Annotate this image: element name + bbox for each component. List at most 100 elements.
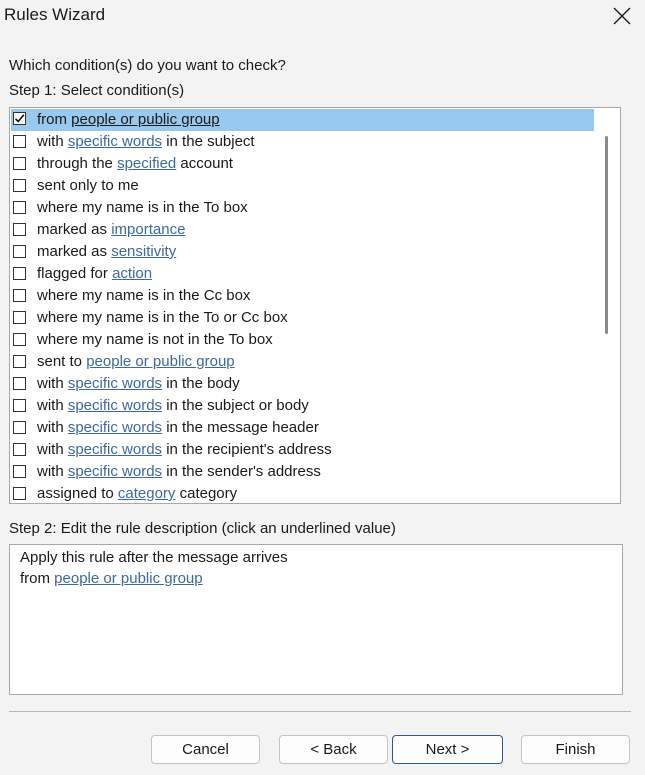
description-people-link[interactable]: people or public group (54, 570, 202, 587)
condition-link[interactable]: specific words (68, 133, 162, 150)
condition-text-suffix: in the body (162, 375, 240, 392)
condition-link[interactable]: specific words (68, 397, 162, 414)
condition-text-suffix: in the recipient's address (162, 441, 332, 458)
condition-row[interactable]: through the specified account (10, 153, 594, 175)
condition-checkbox[interactable] (13, 157, 26, 170)
condition-text: where my name is not in the To box (37, 329, 273, 351)
condition-checkbox[interactable] (13, 355, 26, 368)
condition-checkbox[interactable] (13, 465, 26, 478)
condition-row[interactable]: where my name is in the To box (10, 197, 594, 219)
condition-text-prefix: from (37, 111, 72, 128)
finish-button[interactable]: Finish (521, 735, 630, 764)
scrollbar-thumb[interactable] (605, 136, 608, 334)
condition-link[interactable]: specific words (68, 419, 162, 436)
condition-checkbox[interactable] (13, 201, 26, 214)
condition-text-suffix: in the subject or body (162, 397, 309, 414)
close-icon (613, 7, 631, 25)
conditions-list[interactable]: from people or public group with specific… (9, 107, 621, 504)
condition-text-prefix: with (37, 463, 68, 480)
condition-row[interactable]: marked as sensitivity (10, 241, 594, 263)
condition-text-prefix: sent to (37, 353, 87, 370)
next-button[interactable]: Next > (392, 735, 503, 764)
conditions-rows: from people or public group with specific… (10, 108, 594, 503)
condition-row[interactable]: with specific words in the body (10, 373, 594, 395)
condition-text: with specific words in the subject or bo… (37, 395, 309, 417)
condition-row[interactable]: where my name is in the To or Cc box (10, 307, 594, 329)
condition-checkbox[interactable] (13, 443, 26, 456)
condition-text-prefix: where my name is in the To or Cc box (37, 309, 288, 326)
condition-row[interactable]: with specific words in the message heade… (10, 417, 594, 439)
condition-row[interactable]: with specific words in the subject or bo… (10, 395, 594, 417)
window-title: Rules Wizard (4, 5, 106, 24)
condition-link[interactable]: people or public group (86, 353, 234, 370)
condition-text: with specific words in the body (37, 373, 240, 395)
condition-row[interactable]: with specific words in the sender's addr… (10, 461, 594, 483)
condition-text: with specific words in the recipient's a… (37, 439, 332, 461)
condition-checkbox[interactable] (13, 377, 26, 390)
condition-row[interactable]: sent to people or public group (10, 351, 594, 373)
condition-text-prefix: where my name is in the To box (37, 199, 248, 216)
condition-checkbox[interactable] (13, 399, 26, 412)
condition-text: where my name is in the Cc box (37, 285, 250, 307)
cancel-button[interactable]: Cancel (151, 735, 260, 764)
condition-checkbox[interactable] (13, 179, 26, 192)
condition-checkbox[interactable] (13, 289, 26, 302)
condition-link[interactable]: people or public group (71, 111, 219, 128)
condition-link[interactable]: importance (111, 221, 185, 238)
condition-text: sent only to me (37, 175, 139, 197)
condition-text-suffix: category (175, 485, 238, 502)
condition-link[interactable]: specific words (68, 463, 162, 480)
condition-text-prefix: sent only to me (37, 177, 139, 194)
condition-text: with specific words in the message heade… (37, 417, 319, 439)
condition-row[interactable]: flagged for action (10, 263, 594, 285)
condition-text: marked as importance (37, 219, 185, 241)
condition-link[interactable]: category (118, 485, 176, 502)
condition-row[interactable]: assigned to category category (10, 483, 594, 503)
condition-text: with specific words in the sender's addr… (37, 461, 321, 483)
condition-checkbox[interactable] (13, 223, 26, 236)
condition-text: through the specified account (37, 153, 233, 175)
title-bar: Rules Wizard (0, 0, 645, 36)
condition-row[interactable]: sent only to me (10, 175, 594, 197)
condition-text-prefix: assigned to (37, 485, 118, 502)
condition-text-suffix: in the sender's address (162, 463, 321, 480)
condition-text: with specific words in the subject (37, 131, 255, 153)
condition-row[interactable]: marked as importance (10, 219, 594, 241)
condition-row[interactable]: with specific words in the subject (10, 131, 594, 153)
condition-text-suffix: in the subject (162, 133, 255, 150)
checkmark-icon (14, 114, 25, 123)
condition-checkbox[interactable] (13, 245, 26, 258)
condition-text-prefix: where my name is in the Cc box (37, 287, 251, 304)
condition-text-suffix: account (176, 155, 233, 172)
description-line-1: Apply this rule after the message arrive… (20, 549, 288, 566)
condition-checkbox[interactable] (13, 421, 26, 434)
condition-link[interactable]: specific words (68, 375, 162, 392)
condition-checkbox[interactable] (13, 333, 26, 346)
condition-text-prefix: with (37, 441, 68, 458)
condition-text: where my name is in the To box (37, 197, 248, 219)
condition-row[interactable]: from people or public group (11, 109, 594, 131)
condition-checkbox[interactable] (13, 267, 26, 280)
description-line-2-text: from (20, 570, 55, 587)
condition-checkbox[interactable] (13, 311, 26, 324)
condition-text-prefix: marked as (37, 243, 112, 260)
condition-row[interactable]: with specific words in the recipient's a… (10, 439, 594, 461)
condition-row[interactable]: where my name is not in the To box (10, 329, 594, 351)
condition-checkbox[interactable] (13, 135, 26, 148)
condition-text-prefix: with (37, 375, 68, 392)
condition-checkbox[interactable] (13, 487, 26, 500)
condition-link[interactable]: sensitivity (111, 243, 176, 260)
condition-link[interactable]: specified (117, 155, 176, 172)
description-line-2: from people or public group (20, 570, 203, 587)
condition-link[interactable]: specific words (68, 441, 162, 458)
condition-checkbox[interactable] (13, 112, 26, 125)
close-button[interactable] (599, 0, 645, 32)
conditions-scrollbar[interactable] (594, 108, 620, 503)
back-button[interactable]: < Back (279, 735, 388, 764)
condition-text: marked as sensitivity (37, 241, 176, 263)
condition-link[interactable]: action (112, 265, 152, 282)
condition-text: sent to people or public group (37, 351, 235, 373)
condition-row[interactable]: where my name is in the Cc box (10, 285, 594, 307)
condition-text-prefix: with (37, 419, 68, 436)
condition-text-prefix: where my name is not in the To box (37, 331, 273, 348)
